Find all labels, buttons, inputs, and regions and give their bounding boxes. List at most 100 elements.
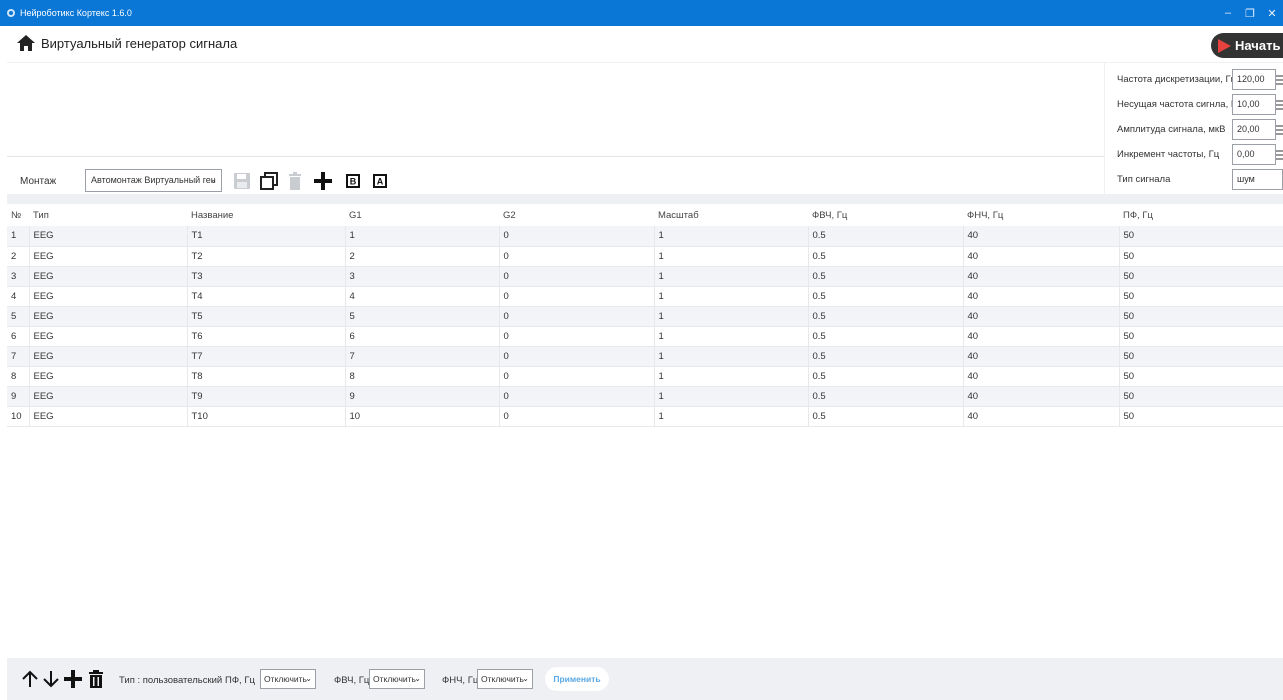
table-row[interactable]: 3 EEG T3 3 0 1 0.5 40 50 bbox=[7, 266, 1283, 287]
table-cell: 0.5 bbox=[807, 266, 963, 287]
fvch-select[interactable]: Отключить ⌄ bbox=[369, 669, 425, 689]
chevron-down-icon: ⌄ bbox=[209, 175, 217, 185]
signal-type-value: шум bbox=[1237, 174, 1255, 184]
column-header[interactable]: G2 bbox=[499, 204, 654, 226]
fvch-label: ФВЧ, Гц bbox=[334, 675, 370, 686]
page-header: Виртуальный генератор сигнала Начать bbox=[7, 26, 1283, 62]
save-icon bbox=[234, 172, 250, 189]
table-row[interactable]: 7 EEG T7 7 0 1 0.5 40 50 bbox=[7, 346, 1283, 367]
table-cell: T3 bbox=[186, 266, 345, 287]
restore-button[interactable]: ❐ bbox=[1239, 7, 1261, 20]
table-row[interactable]: 5 EEG T5 5 0 1 0.5 40 50 bbox=[7, 306, 1283, 327]
copy-button[interactable] bbox=[258, 169, 280, 192]
save-button[interactable] bbox=[232, 169, 252, 192]
trash-icon[interactable] bbox=[87, 670, 105, 688]
table-cell: T6 bbox=[186, 326, 345, 347]
table-header-row: № Тип Название G1 G2 Масштаб ФВЧ, Гц ФНЧ… bbox=[7, 204, 1283, 226]
table-cell: 0 bbox=[498, 366, 654, 387]
b-button[interactable]: B bbox=[344, 169, 362, 192]
table-row[interactable]: 6 EEG T6 6 0 1 0.5 40 50 bbox=[7, 326, 1283, 347]
table-cell: 1 bbox=[653, 366, 808, 387]
table-cell: T7 bbox=[186, 346, 345, 367]
table-cell: 0.5 bbox=[807, 386, 963, 407]
table-row[interactable]: 10 EEG T10 10 0 1 0.5 40 50 bbox=[7, 406, 1283, 427]
a-button[interactable]: A bbox=[371, 169, 389, 192]
table-cell: EEG bbox=[28, 246, 187, 267]
spinner-icon[interactable] bbox=[1276, 119, 1283, 140]
minimize-button[interactable]: – bbox=[1217, 7, 1239, 19]
delete-montage-button[interactable] bbox=[286, 169, 304, 192]
table-row[interactable]: 2 EEG T2 2 0 1 0.5 40 50 bbox=[7, 246, 1283, 267]
column-header[interactable]: ФВЧ, Гц bbox=[808, 204, 963, 226]
table-cell: 1 bbox=[653, 346, 808, 367]
add-montage-button[interactable] bbox=[312, 169, 334, 192]
column-header[interactable]: ФНЧ, Гц bbox=[963, 204, 1119, 226]
table-row[interactable]: 4 EEG T4 4 0 1 0.5 40 50 bbox=[7, 286, 1283, 307]
channel-table: № Тип Название G1 G2 Масштаб ФВЧ, Гц ФНЧ… bbox=[7, 204, 1283, 658]
table-row[interactable]: 1 EEG T1 1 0 1 0.5 40 50 bbox=[7, 226, 1283, 247]
param-label: Амплитуда сигнала, мкВ bbox=[1117, 124, 1226, 135]
montage-selected-value: Автомонтаж Виртуальный ген bbox=[91, 175, 216, 185]
table-cell: T8 bbox=[186, 366, 345, 387]
column-header[interactable]: Название bbox=[187, 204, 345, 226]
table-cell: 0.5 bbox=[807, 226, 963, 247]
close-button[interactable]: ✕ bbox=[1261, 7, 1283, 20]
table-cell: 40 bbox=[962, 326, 1119, 347]
montage-label: Монтаж bbox=[20, 176, 57, 187]
table-cell: 0.5 bbox=[807, 366, 963, 387]
table-cell: 50 bbox=[1118, 386, 1283, 407]
table-cell: EEG bbox=[28, 366, 187, 387]
table-cell: T1 bbox=[186, 226, 345, 247]
carrier-frequency-input[interactable]: 10,00 bbox=[1232, 94, 1276, 115]
table-cell: 0 bbox=[498, 346, 654, 367]
table-cell: 0 bbox=[498, 386, 654, 407]
table-cell: 0.5 bbox=[807, 306, 963, 327]
table-cell: EEG bbox=[28, 286, 187, 307]
table-cell: 40 bbox=[962, 286, 1119, 307]
param-label: Несущая частота сигнла, Гц bbox=[1117, 99, 1242, 110]
table-cell: 8 bbox=[344, 366, 499, 387]
table-cell: 10 bbox=[7, 406, 29, 427]
plus-icon[interactable] bbox=[64, 670, 82, 688]
column-header[interactable]: Масштаб bbox=[654, 204, 808, 226]
plus-icon bbox=[314, 171, 332, 190]
table-cell: 50 bbox=[1118, 286, 1283, 307]
table-row[interactable]: 9 EEG T9 9 0 1 0.5 40 50 bbox=[7, 386, 1283, 407]
table-cell: 0 bbox=[498, 226, 654, 247]
signal-type-select[interactable]: шум bbox=[1232, 169, 1283, 190]
frequency-increment-input[interactable]: 0,00 bbox=[1232, 144, 1276, 165]
column-header[interactable]: № bbox=[7, 204, 29, 226]
param-row-carrier-frequency: Несущая частота сигнла, Гц 10,00 bbox=[1105, 94, 1283, 116]
arrow-down-icon[interactable] bbox=[42, 670, 60, 688]
table-cell: 7 bbox=[344, 346, 499, 367]
sampling-rate-input[interactable]: 120,00 bbox=[1232, 69, 1276, 90]
start-button[interactable]: Начать bbox=[1211, 33, 1283, 58]
column-header[interactable]: ПФ, Гц bbox=[1119, 204, 1283, 226]
apply-button[interactable]: Применить bbox=[545, 667, 609, 691]
column-header[interactable]: Тип bbox=[29, 204, 187, 226]
arrow-up-icon[interactable] bbox=[21, 670, 39, 688]
table-row[interactable]: 8 EEG T8 8 0 1 0.5 40 50 bbox=[7, 366, 1283, 387]
param-label: Частота дискретизации, Гц bbox=[1117, 74, 1237, 85]
table-cell: 6 bbox=[7, 326, 29, 347]
table-cell: T5 bbox=[186, 306, 345, 327]
table-cell: 0 bbox=[498, 246, 654, 267]
table-cell: T10 bbox=[186, 406, 345, 427]
a-box-icon: A bbox=[373, 173, 387, 188]
table-cell: EEG bbox=[28, 266, 187, 287]
table-cell: 50 bbox=[1118, 246, 1283, 267]
table-cell: 0.5 bbox=[807, 406, 963, 427]
spinner-icon[interactable] bbox=[1276, 69, 1283, 90]
table-cell: 40 bbox=[962, 386, 1119, 407]
column-header[interactable]: G1 bbox=[345, 204, 499, 226]
home-icon[interactable] bbox=[17, 35, 35, 51]
spinner-icon[interactable] bbox=[1276, 144, 1283, 165]
pf-select[interactable]: Отключить ⌄ bbox=[260, 669, 316, 689]
fnch-label: ФНЧ, Гц bbox=[442, 675, 479, 686]
table-cell: 1 bbox=[344, 226, 499, 247]
spinner-icon[interactable] bbox=[1276, 94, 1283, 115]
montage-select[interactable]: Автомонтаж Виртуальный ген ⌄ bbox=[85, 169, 222, 192]
fnch-select[interactable]: Отключить ⌄ bbox=[477, 669, 533, 689]
table-cell: EEG bbox=[28, 346, 187, 367]
amplitude-input[interactable]: 20,00 bbox=[1232, 119, 1276, 140]
